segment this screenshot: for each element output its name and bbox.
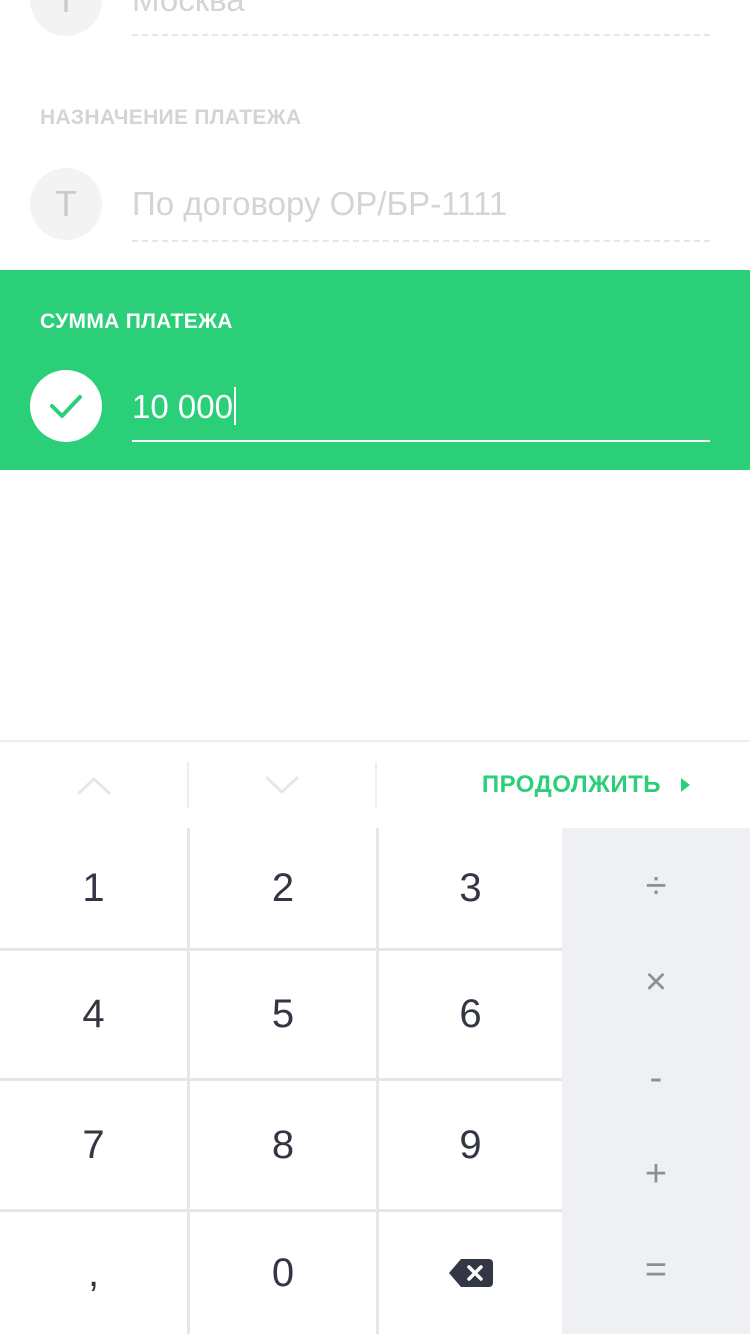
chevron-up-icon — [77, 777, 111, 795]
key-7[interactable]: 7 — [0, 1081, 187, 1209]
sum-label: СУММА ПЛАТЕЖА — [40, 310, 233, 333]
sum-panel: СУММА ПЛАТЕЖА 10 000 — [0, 270, 750, 470]
keyboard-toolbar: ПРОДОЛЖИТЬ — [0, 740, 750, 828]
key-5[interactable]: 5 — [190, 951, 376, 1078]
backspace-icon — [448, 1259, 493, 1287]
key-9[interactable]: 9 — [379, 1081, 562, 1209]
key-1[interactable]: 1 — [0, 828, 187, 948]
purpose-field-row: Т По договору ОР/БР-1111 — [0, 168, 750, 244]
text-type-icon: Т — [30, 168, 102, 240]
key-4[interactable]: 4 — [0, 951, 187, 1078]
next-field-button[interactable] — [189, 742, 375, 828]
continue-label: ПРОДОЛЖИТЬ — [481, 771, 661, 798]
sum-input[interactable]: 10 000 — [132, 374, 710, 442]
equals-key[interactable]: = — [562, 1222, 750, 1318]
key-6[interactable]: 6 — [379, 951, 562, 1078]
purpose-field[interactable]: По договору ОР/БР-1111 — [132, 182, 710, 242]
purpose-label: НАЗНАЧЕНИЕ ПЛАТЕЖА — [40, 106, 302, 129]
sum-value: 10 000 — [132, 388, 233, 425]
backspace-key[interactable] — [379, 1212, 562, 1334]
operator-column: ÷ × - + = — [562, 828, 750, 1334]
chevron-down-icon — [265, 776, 299, 794]
triangle-right-icon — [681, 778, 690, 792]
key-8[interactable]: 8 — [190, 1081, 376, 1209]
key-3[interactable]: 3 — [379, 828, 562, 948]
minus-key[interactable]: - — [562, 1030, 750, 1126]
key-0[interactable]: 0 — [190, 1212, 376, 1334]
key-comma[interactable]: , — [0, 1212, 187, 1334]
city-field-row: Т Москва — [0, 0, 750, 40]
divide-key[interactable]: ÷ — [562, 838, 750, 934]
text-caret — [233, 387, 236, 426]
toolbar-divider — [375, 762, 377, 808]
key-2[interactable]: 2 — [190, 828, 376, 948]
numeric-keypad: 1 2 3 4 5 6 7 8 9 , 0 ÷ × - + = — [0, 828, 750, 1334]
check-icon — [30, 370, 102, 442]
multiply-key[interactable]: × — [562, 934, 750, 1030]
text-type-icon: Т — [30, 0, 102, 36]
previous-field-button[interactable] — [0, 742, 188, 828]
plus-key[interactable]: + — [562, 1126, 750, 1222]
continue-button[interactable]: ПРОДОЛЖИТЬ — [482, 742, 690, 828]
city-field[interactable]: Москва — [132, 0, 710, 36]
